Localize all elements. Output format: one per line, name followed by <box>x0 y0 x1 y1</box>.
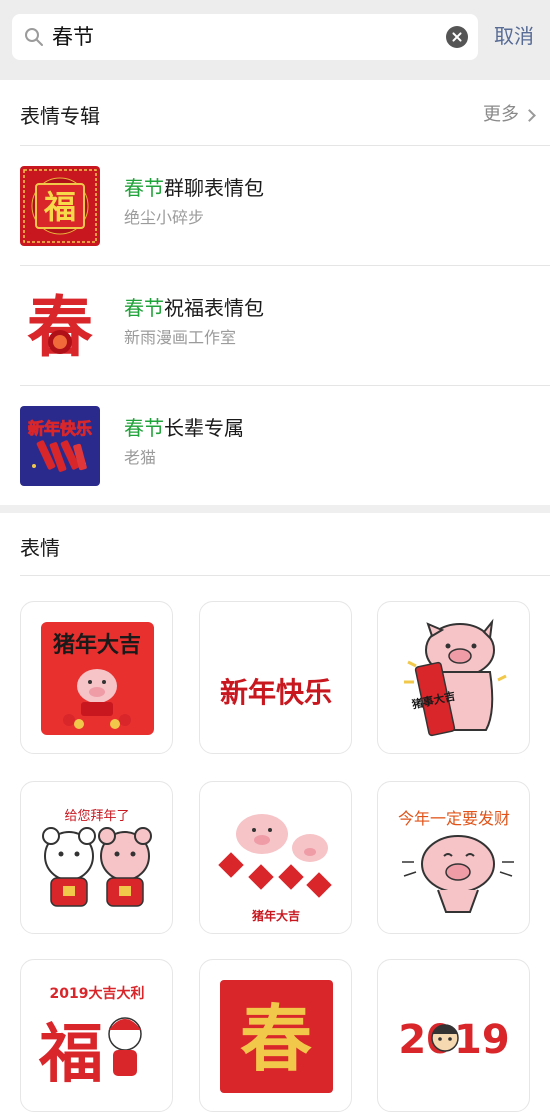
cancel-button[interactable]: 取消 <box>494 21 534 51</box>
more-label: 更多 <box>483 104 519 125</box>
album-thumb-text: 福 <box>43 188 76 226</box>
album-item[interactable]: 新年快乐 春节长辈专属 老猫 <box>0 386 550 505</box>
sticker-cell[interactable]: 新年快乐 <box>199 601 352 754</box>
album-thumb-text: 春 <box>27 288 93 366</box>
sticker-text-2: 福 <box>38 1017 103 1092</box>
album-thumb-text: 新年快乐 <box>28 419 92 438</box>
album-item[interactable]: 福 春节群聊表情包 绝尘小碎步 <box>0 146 550 265</box>
sticker-cell[interactable]: 猪年大吉 <box>20 601 173 754</box>
album-item[interactable]: 春 春节祝福表情包 新雨漫画工作室 <box>0 266 550 385</box>
album-thumbnail: 春 <box>20 286 100 366</box>
stickers-section-title: 表情 <box>20 536 60 560</box>
sticker-text: 2019大吉大利 <box>50 985 145 1002</box>
album-author: 绝尘小碎步 <box>124 208 205 227</box>
sticker-cell[interactable]: 给您拜年了 <box>20 781 173 934</box>
album-author: 老猫 <box>124 448 157 467</box>
sticker-text: 春 <box>240 996 312 1081</box>
sticker-cell[interactable]: 2019 <box>377 959 530 1112</box>
more-link[interactable]: 更多 <box>483 102 536 128</box>
album-author: 新雨漫画工作室 <box>124 328 237 347</box>
chevron-right-icon <box>523 108 536 122</box>
clear-icon[interactable] <box>446 26 468 48</box>
sticker-cell[interactable]: 2019大吉大利 福 <box>20 959 173 1112</box>
search-icon <box>25 28 43 46</box>
sticker-cell[interactable]: 春 <box>199 959 352 1112</box>
search-box[interactable]: 春节 <box>12 14 478 60</box>
albums-section-title: 表情专辑 <box>20 104 100 128</box>
sticker-text: 猪年大吉 <box>251 908 300 923</box>
sticker-cell[interactable]: 今年一定要发财 <box>377 781 530 934</box>
search-header: 春节 取消 <box>0 0 550 80</box>
album-title: 春节祝福表情包 <box>124 296 264 320</box>
sticker-text: 新年快乐 <box>220 676 332 709</box>
search-input[interactable]: 春节 <box>52 23 94 51</box>
sticker-cell[interactable]: 猪事大吉 <box>377 601 530 754</box>
album-title: 春节长辈专属 <box>124 416 244 440</box>
album-thumbnail: 福 <box>20 166 100 246</box>
section-separator <box>0 505 550 513</box>
sticker-text: 猪年大吉 <box>53 632 141 658</box>
sticker-text: 今年一定要发财 <box>398 809 510 828</box>
sticker-text: 给您拜年了 <box>64 808 129 824</box>
album-thumbnail: 新年快乐 <box>20 406 100 486</box>
sticker-cell[interactable]: 猪年大吉 <box>199 781 352 934</box>
album-title: 春节群聊表情包 <box>124 176 264 200</box>
divider <box>20 575 550 576</box>
